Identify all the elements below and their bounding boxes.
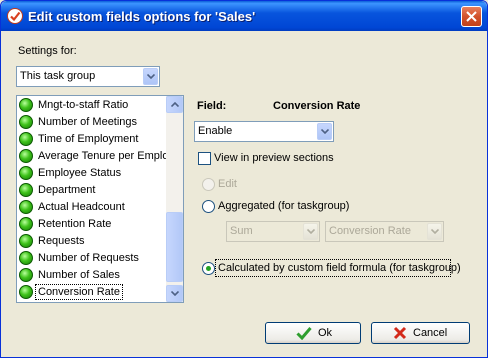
settings-for-value: This task group [20,70,96,82]
list-item-label: Department [38,184,96,196]
green-status-icon [19,268,33,282]
edit-radio[interactable] [202,178,215,191]
custom-fields-list[interactable]: Mngt-to-staff Ratio Number of Meetings Tim… [16,95,184,303]
list-item-label: Number of Sales [38,269,120,281]
settings-for-label: Settings for: [18,45,77,57]
list-item[interactable]: Number of Requests [17,250,165,267]
green-status-icon [19,217,33,231]
settings-for-dropdown[interactable]: This task group [16,66,160,87]
green-status-icon [19,285,33,299]
list-item-label: Number of Requests [38,252,139,264]
field-mode-value: Enable [198,125,233,137]
chevron-down-icon[interactable] [427,223,442,240]
aggregate-field-dropdown[interactable]: Conversion Rate [325,221,444,242]
list-item[interactable]: Conversion Rate [17,284,165,301]
list-item-label: Number of Meetings [38,116,138,128]
list-item-label: Time of Employment [38,133,139,145]
view-in-preview-checkbox[interactable] [198,152,211,165]
app-check-icon [7,8,23,24]
list-item[interactable]: Mngt-to-staff Ratio [17,97,165,114]
list-item[interactable]: Actual Headcount [17,199,165,216]
green-status-icon [19,132,33,146]
calculated-radio-label: Calculated by custom field formula (for … [218,262,461,274]
list-item-label: Actual Headcount [38,201,125,213]
scroll-up-button[interactable] [166,96,183,113]
edit-radio-label: Edit [218,178,237,190]
list-item[interactable]: Department [17,182,165,199]
aggregated-radio-label: Aggregated (for taskgroup) [218,200,350,212]
green-status-icon [19,115,33,129]
green-status-icon [19,251,33,265]
chevron-down-icon[interactable] [143,68,158,85]
list-scrollbar[interactable] [166,96,183,302]
green-status-icon [19,200,33,214]
list-item[interactable]: Number of Meetings [17,114,165,131]
chevron-down-icon[interactable] [303,223,318,240]
cancel-button-label: Cancel [413,327,448,339]
list-item-label: Requests [38,235,85,247]
list-item[interactable]: Time of Employment [17,131,165,148]
cancel-x-icon [393,326,407,340]
field-mode-dropdown[interactable]: Enable [194,121,334,142]
calculated-radio[interactable] [202,262,215,275]
list-item[interactable]: Average Tenure per Emplo [17,148,169,165]
ok-button[interactable]: Ok [265,322,361,344]
radio-selected-dot [206,266,211,271]
scroll-thumb[interactable] [166,212,183,282]
chevron-up-icon [171,102,179,107]
list-item[interactable]: Employee Status [17,165,165,182]
list-item-label: Mngt-to-staff Ratio [38,99,129,111]
list-item[interactable]: Retention Rate [17,216,165,233]
close-icon [466,11,477,22]
green-status-icon [19,183,33,197]
aggregate-field-value: Conversion Rate [329,225,411,237]
ok-button-label: Ok [318,327,333,339]
green-status-icon [19,234,33,248]
aggregated-radio[interactable] [202,200,215,213]
list-item-label: Conversion Rate [35,284,123,300]
list-item[interactable]: Requests [17,233,165,250]
scroll-down-button[interactable] [166,285,183,302]
green-status-icon [19,166,33,180]
green-status-icon [19,98,33,112]
aggregate-function-value: Sum [230,225,253,237]
title-bar[interactable]: Edit custom fields options for 'Sales' [1,1,487,31]
window-title: Edit custom fields options for 'Sales' [28,9,256,24]
green-status-icon [19,149,33,163]
chevron-down-icon[interactable] [317,123,332,140]
aggregate-function-dropdown[interactable]: Sum [226,221,320,242]
list-item-label: Retention Rate [38,218,112,230]
cancel-button[interactable]: Cancel [371,322,470,344]
list-item-label: Employee Status [38,167,122,179]
checkmark-icon [296,327,312,340]
chevron-down-icon [171,291,179,296]
field-label: Field: [197,100,227,112]
list-item-label: Average Tenure per Emplo [38,150,169,162]
list-item[interactable]: Number of Sales [17,267,165,284]
close-button[interactable] [461,6,482,27]
field-name: Conversion Rate [273,100,361,112]
view-in-preview-label: View in preview sections [214,152,334,164]
dialog-window: Edit custom fields options for 'Sales' S… [0,0,488,358]
